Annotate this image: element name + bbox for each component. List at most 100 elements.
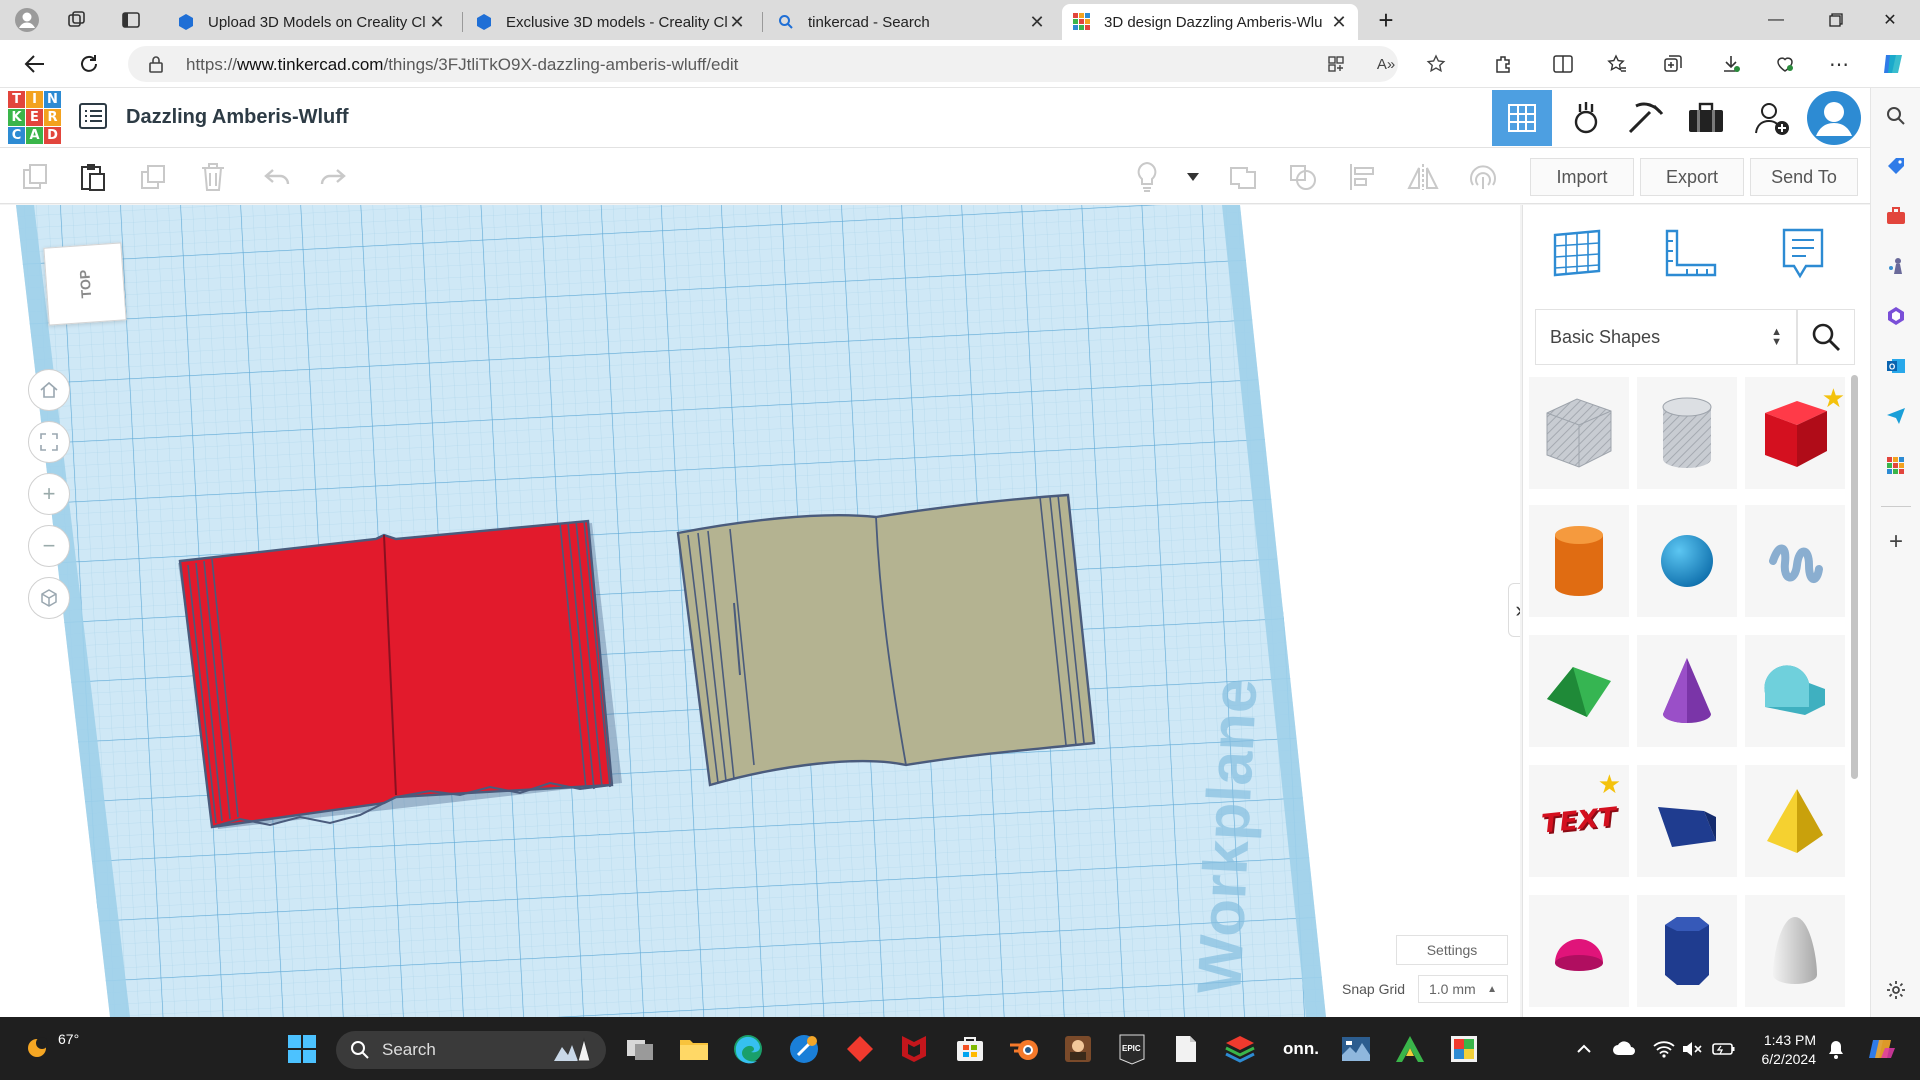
store-icon[interactable]: [952, 1031, 988, 1067]
stack-icon[interactable]: [1222, 1031, 1258, 1067]
copilot-icon[interactable]: [1876, 48, 1910, 80]
microsoft-365-icon[interactable]: [1884, 304, 1908, 328]
redo-icon[interactable]: [316, 160, 350, 194]
send-to-button[interactable]: Send To: [1750, 158, 1858, 196]
shape-search-button[interactable]: [1797, 309, 1855, 365]
onedrive-icon[interactable]: [1612, 1037, 1636, 1061]
copilot-taskbar-icon[interactable]: [786, 1031, 822, 1067]
send-icon[interactable]: [1884, 404, 1908, 428]
user-avatar[interactable]: [1804, 90, 1864, 146]
3d-design-view-button[interactable]: [1492, 90, 1552, 146]
search-icon[interactable]: [1884, 104, 1908, 128]
browser-tab[interactable]: tinkercad - Search ✕: [766, 4, 1056, 40]
taskbar-search[interactable]: Search: [336, 1031, 606, 1069]
refresh-icon[interactable]: [72, 48, 106, 80]
workplane-grid[interactable]: Workplane: [0, 205, 1520, 1017]
shape-cylinder[interactable]: [1529, 505, 1629, 617]
import-button[interactable]: Import: [1530, 158, 1634, 196]
copy-icon[interactable]: [18, 160, 52, 194]
taskbar-clock[interactable]: 1:43 PM 6/2/2024: [1740, 1031, 1817, 1069]
downloads-icon[interactable]: [1714, 48, 1748, 80]
sidebar-settings-icon[interactable]: [1884, 978, 1908, 1002]
shape-polygon[interactable]: [1637, 895, 1737, 1007]
red-app-icon[interactable]: [842, 1031, 878, 1067]
shape-sphere[interactable]: [1637, 505, 1737, 617]
onn-app-icon[interactable]: onn.: [1278, 1031, 1324, 1067]
outlook-icon[interactable]: O: [1884, 354, 1908, 378]
new-tab-button[interactable]: +: [1356, 0, 1416, 40]
snap-grid-select[interactable]: 1.0 mm ▲: [1418, 975, 1508, 1003]
ruler-tool-icon[interactable]: [1663, 225, 1719, 281]
close-window-button[interactable]: ✕: [1860, 0, 1920, 40]
paste-icon[interactable]: [76, 160, 110, 194]
invite-user-icon[interactable]: [1742, 90, 1802, 146]
shape-paraboloid[interactable]: [1745, 895, 1845, 1007]
dropdown-arrow-icon[interactable]: [1176, 160, 1210, 194]
ungroup-icon[interactable]: [1286, 160, 1320, 194]
sim-lab-icon[interactable]: [1556, 90, 1616, 146]
paint-icon[interactable]: [1446, 1031, 1482, 1067]
close-tab-icon[interactable]: ✕: [1028, 12, 1046, 33]
shape-text[interactable]: TEXT ★: [1529, 765, 1629, 877]
browser-tab[interactable]: Upload 3D Models on Creality Cl ✕: [166, 4, 456, 40]
shape-box-hole[interactable]: [1529, 377, 1629, 489]
design-title[interactable]: Dazzling Amberis-Wluff: [126, 106, 349, 129]
notifications-bell-icon[interactable]: [1824, 1037, 1848, 1061]
shopping-tag-icon[interactable]: [1884, 154, 1908, 178]
back-icon[interactable]: [18, 48, 52, 80]
align-icon[interactable]: [1346, 160, 1380, 194]
browser-tab-active[interactable]: 3D design Dazzling Amberis-Wlu ✕: [1062, 4, 1358, 40]
epic-games-icon[interactable]: EPIC: [1114, 1031, 1150, 1067]
minimize-button[interactable]: —: [1746, 0, 1806, 40]
mirror-icon[interactable]: [1406, 160, 1440, 194]
tinkercad-app-icon[interactable]: [1884, 454, 1908, 478]
shape-cylinder-hole[interactable]: [1637, 377, 1737, 489]
edge-icon[interactable]: [730, 1031, 766, 1067]
game-icon[interactable]: [1060, 1031, 1096, 1067]
tan-book-object[interactable]: [676, 493, 1096, 787]
shape-box[interactable]: ★: [1745, 377, 1845, 489]
shape-cone[interactable]: [1637, 635, 1737, 747]
restore-button[interactable]: [1806, 0, 1866, 40]
tools-briefcase-icon[interactable]: [1884, 204, 1908, 228]
close-tab-icon[interactable]: ✕: [1330, 12, 1348, 33]
workplane-tool-icon[interactable]: [1549, 225, 1605, 281]
shape-wedge[interactable]: [1637, 765, 1737, 877]
notes-lightbulb-icon[interactable]: [1130, 160, 1164, 194]
delete-icon[interactable]: [196, 160, 230, 194]
volume-muted-icon[interactable]: [1680, 1037, 1704, 1061]
mcafee-icon[interactable]: [896, 1031, 932, 1067]
extensions-icon[interactable]: [1486, 48, 1520, 80]
games-chess-icon[interactable]: [1884, 254, 1908, 278]
file-explorer-icon[interactable]: [676, 1031, 712, 1067]
wifi-icon[interactable]: [1652, 1037, 1676, 1061]
show-hidden-icons-chevron[interactable]: [1572, 1037, 1596, 1061]
zoom-in-button[interactable]: +: [28, 473, 70, 515]
address-bar[interactable]: https://www.tinkercad.com/things/3FJtliT…: [128, 46, 1446, 82]
copilot-tray-icon[interactable]: [1866, 1037, 1898, 1061]
shape-roof[interactable]: [1529, 635, 1629, 747]
workspaces-icon[interactable]: [60, 4, 94, 36]
blocks-pickaxe-icon[interactable]: [1616, 90, 1676, 146]
red-book-object[interactable]: [178, 519, 622, 829]
view-cube[interactable]: TOP: [43, 242, 127, 326]
panel-scrollbar[interactable]: [1851, 375, 1858, 779]
workplane-viewport[interactable]: Workplane TOP + − Settings Snap Grid 1.0…: [0, 205, 1520, 1017]
export-button[interactable]: Export: [1640, 158, 1744, 196]
favorite-star-icon[interactable]: [1424, 53, 1448, 75]
cruise-icon[interactable]: [1466, 160, 1500, 194]
task-view-icon[interactable]: [622, 1031, 658, 1067]
favorites-icon[interactable]: [1600, 48, 1634, 80]
windows-start-icon[interactable]: [284, 1031, 320, 1067]
undo-icon[interactable]: [260, 160, 294, 194]
image-app-icon[interactable]: [1338, 1031, 1374, 1067]
tab-actions-icon[interactable]: [114, 4, 148, 36]
weather-widget[interactable]: 67°: [22, 1031, 79, 1061]
duplicate-icon[interactable]: [136, 160, 170, 194]
home-view-button[interactable]: [28, 369, 70, 411]
add-sidebar-app-icon[interactable]: +: [1884, 528, 1908, 555]
shape-pyramid[interactable]: [1745, 765, 1845, 877]
file-icon[interactable]: [1168, 1031, 1204, 1067]
battery-icon[interactable]: [1712, 1037, 1736, 1061]
collections-icon[interactable]: [1656, 48, 1690, 80]
